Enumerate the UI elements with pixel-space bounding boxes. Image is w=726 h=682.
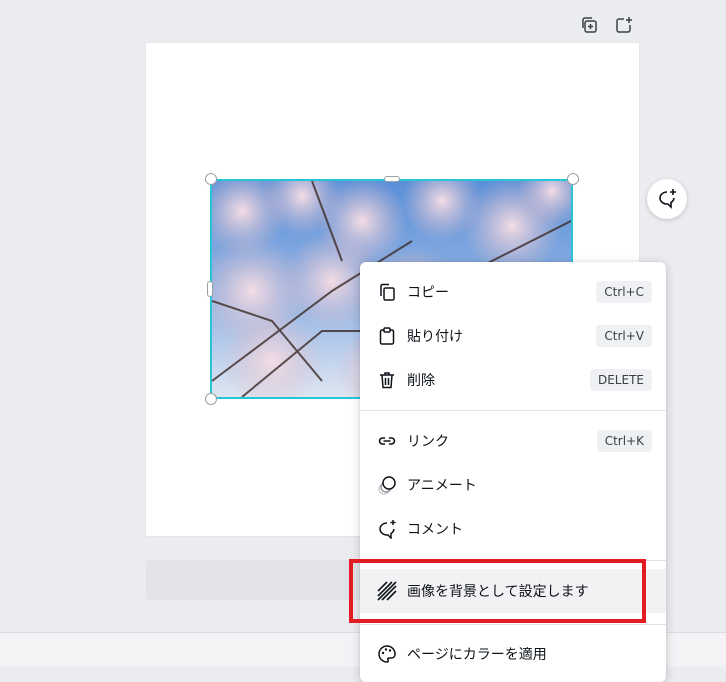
duplicate-page-icon[interactable] bbox=[578, 14, 600, 36]
resize-handle-top[interactable] bbox=[384, 176, 400, 182]
clipboard-icon bbox=[376, 325, 398, 347]
menu-item-apply-page-color[interactable]: ページにカラーを適用 bbox=[360, 632, 666, 676]
palette-icon bbox=[376, 643, 398, 665]
menu-item-copy[interactable]: コピー Ctrl+C bbox=[360, 270, 666, 314]
set-background-icon bbox=[376, 580, 398, 602]
menu-item-link[interactable]: リンク Ctrl+K bbox=[360, 419, 666, 463]
menu-item-label: コピー bbox=[407, 285, 449, 301]
menu-item-set-as-background[interactable]: 画像を背景として設定します bbox=[360, 569, 666, 613]
menu-item-label: 削除 bbox=[407, 373, 435, 389]
comment-plus-icon bbox=[659, 189, 676, 209]
menu-divider bbox=[360, 410, 666, 411]
menu-item-label: リンク bbox=[407, 434, 449, 450]
menu-item-paste[interactable]: 貼り付け Ctrl+V bbox=[360, 314, 666, 358]
trash-icon bbox=[376, 369, 398, 391]
animate-icon bbox=[376, 474, 398, 496]
menu-item-label: 画像を背景として設定します bbox=[407, 584, 589, 600]
menu-item-delete[interactable]: 削除 DELETE bbox=[360, 358, 666, 402]
resize-handle-bottom-left[interactable] bbox=[205, 393, 217, 405]
menu-item-label: 貼り付け bbox=[407, 329, 463, 345]
resize-handle-top-right[interactable] bbox=[567, 173, 579, 185]
shortcut-badge: Ctrl+C bbox=[596, 281, 652, 303]
menu-divider bbox=[360, 560, 666, 561]
menu-item-label: ページにカラーを適用 bbox=[407, 647, 547, 663]
resize-handle-top-left[interactable] bbox=[205, 173, 217, 185]
context-menu: コピー Ctrl+C 貼り付け Ctrl+V 削除 DELETE リンク Ctr… bbox=[360, 262, 666, 682]
shortcut-badge: Ctrl+V bbox=[596, 325, 652, 347]
shortcut-badge: Ctrl+K bbox=[596, 430, 652, 452]
menu-item-comment[interactable]: コメント bbox=[360, 507, 666, 551]
menu-divider bbox=[360, 624, 666, 625]
menu-item-label: アニメート bbox=[407, 478, 477, 494]
copy-icon bbox=[376, 281, 398, 303]
resize-handle-left[interactable] bbox=[207, 281, 213, 297]
add-comment-button[interactable] bbox=[647, 179, 687, 219]
menu-item-label: コメント bbox=[407, 522, 463, 538]
comment-icon bbox=[376, 518, 398, 540]
link-icon bbox=[376, 430, 398, 452]
add-page-icon[interactable] bbox=[613, 14, 635, 36]
menu-item-animate[interactable]: アニメート bbox=[360, 463, 666, 507]
shortcut-badge: DELETE bbox=[589, 369, 652, 391]
